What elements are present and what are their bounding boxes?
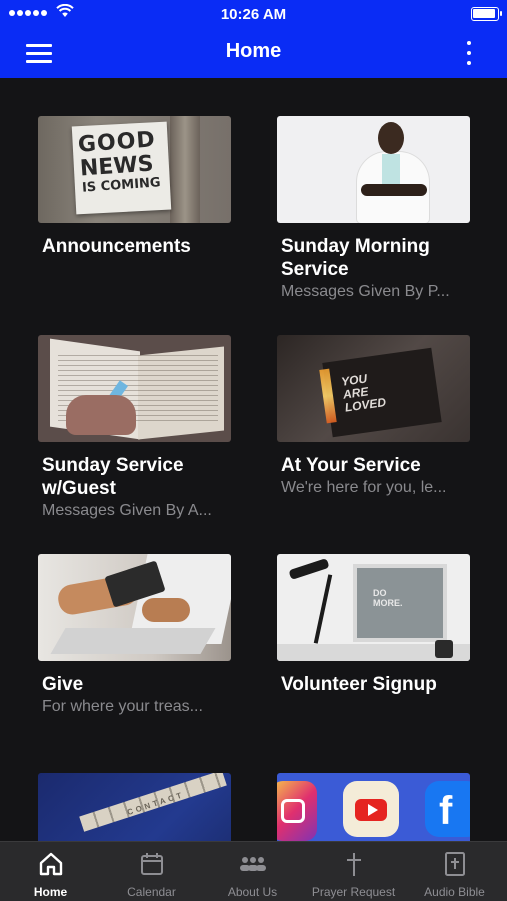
vertical-ellipsis-icon[interactable] <box>459 38 479 68</box>
tab-label: About Us <box>227 885 278 899</box>
hamburger-menu-icon[interactable] <box>22 40 56 66</box>
tab-label: Prayer Request <box>311 885 396 899</box>
card-title: Volunteer Signup <box>281 674 437 695</box>
instagram-icon <box>277 781 317 841</box>
tab-audio-bible[interactable]: Audio Bible <box>404 842 505 901</box>
cross-icon <box>346 853 361 876</box>
nav-bar: Home <box>0 28 507 78</box>
battery-icon <box>471 7 502 21</box>
tab-calendar[interactable]: Calendar <box>101 842 202 901</box>
sunday-guest-thumbnail <box>38 335 231 442</box>
card-title: Sunday Morning Service <box>281 236 430 280</box>
status-time: 10:26 AM <box>220 6 287 23</box>
card-title: Sunday Service w/Guest <box>42 455 184 499</box>
card-subtitle: Messages Given By A... <box>42 502 212 519</box>
at-your-service-thumbnail: YOU ARE LOVED <box>277 335 470 442</box>
youtube-icon <box>343 781 399 837</box>
tab-home[interactable]: Home <box>0 842 101 901</box>
tab-prayer-request[interactable]: Prayer Request <box>303 842 404 901</box>
home-icon <box>39 852 62 876</box>
card-give[interactable]: Give For where your treas... <box>38 554 231 717</box>
card-sunday-morning-service[interactable]: Sunday Morning Service Messages Given By… <box>277 116 470 302</box>
card-announcements[interactable]: GOOD NEWS IS COMING Announcements <box>38 116 231 258</box>
thumbnail-text: DO MORE. <box>373 588 403 608</box>
give-thumbnail <box>38 554 231 661</box>
people-group-icon <box>239 857 266 871</box>
card-volunteer-signup[interactable]: DO MORE. Volunteer Signup <box>277 554 470 696</box>
card-at-your-service[interactable]: YOU ARE LOVED At Your Service We're here… <box>277 335 470 498</box>
bible-icon <box>444 852 465 876</box>
facebook-icon: f <box>425 781 470 837</box>
tab-label: Home <box>33 885 68 899</box>
sunday-morning-thumbnail <box>277 116 470 223</box>
tab-label: Calendar <box>127 885 176 899</box>
tab-about-us[interactable]: About Us <box>202 842 303 901</box>
tab-label: Audio Bible <box>424 885 485 899</box>
calendar-icon <box>140 853 163 875</box>
status-bar: 10:26 AM <box>0 0 507 28</box>
card-title: Announcements <box>42 236 191 257</box>
card-title: At Your Service <box>281 455 421 476</box>
thumbnail-text: YOU ARE LOVED <box>340 371 387 415</box>
card-title: Give <box>42 674 84 695</box>
card-subtitle: We're here for you, le... <box>281 479 447 496</box>
top-bar: 10:26 AM Home <box>0 0 507 78</box>
card-sunday-service-guest[interactable]: Sunday Service w/Guest Messages Given By… <box>38 335 231 521</box>
volunteer-thumbnail: DO MORE. <box>277 554 470 661</box>
page-title: Home <box>225 40 282 62</box>
card-subtitle: Messages Given By P... <box>281 283 450 300</box>
card-subtitle: For where your treas... <box>42 698 203 715</box>
bottom-tab-bar: Home Calendar About Us Prayer Request Au… <box>0 841 507 901</box>
announcements-thumbnail: GOOD NEWS IS COMING <box>38 116 231 223</box>
